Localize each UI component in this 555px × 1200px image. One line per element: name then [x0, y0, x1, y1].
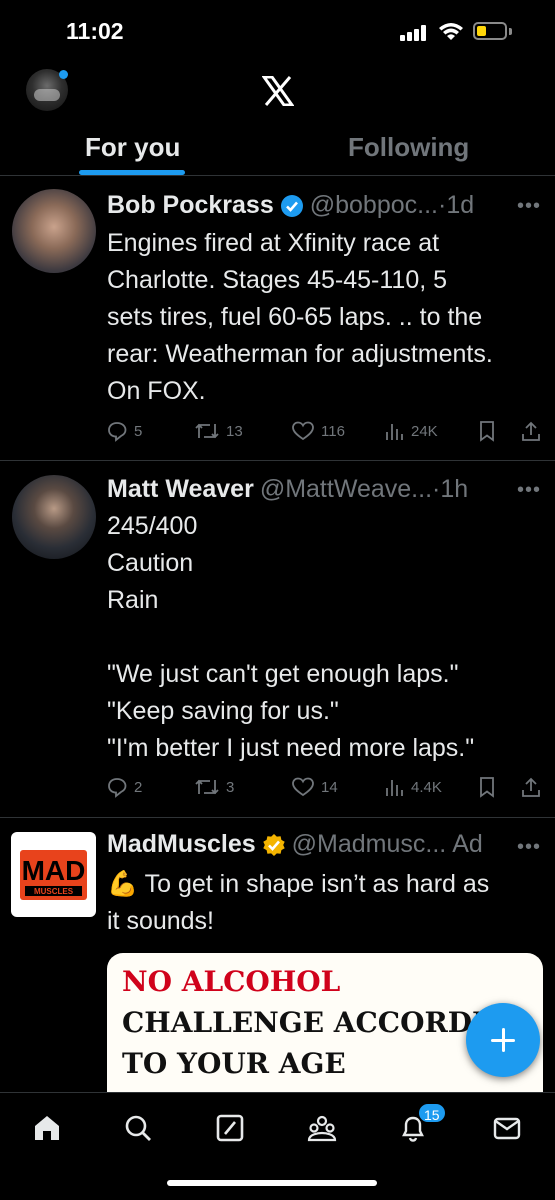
retweet-icon [195, 779, 219, 795]
status-time: 11:02 [66, 18, 124, 44]
grok-icon[interactable] [215, 1113, 245, 1143]
reply-button[interactable]: 5 [106, 420, 142, 442]
battery-nub [509, 28, 512, 35]
author-name[interactable]: Bob Pockrass [107, 191, 274, 220]
share-icon[interactable] [520, 420, 542, 442]
views-count: 4.4K [411, 778, 442, 796]
more-options-icon[interactable]: ••• [517, 195, 541, 218]
reply-icon [108, 778, 127, 798]
retweet-count: 3 [226, 778, 235, 796]
ad-body-text: To get in shape isn’t as hard as it soun… [107, 870, 490, 935]
reply-count: 5 [134, 422, 143, 440]
ad-card-line-3: TO YOUR AGE [122, 1047, 346, 1080]
views-icon [386, 424, 403, 440]
heart-icon [292, 421, 314, 441]
bookmark-icon[interactable] [477, 776, 497, 798]
ad-label: Ad [452, 830, 483, 858]
tweet[interactable]: Matt Weaver @MattWeave... ·1h ••• 245/40… [0, 461, 555, 818]
heart-icon [292, 777, 314, 797]
ad-card-line-1: NO ALCOHOL [122, 965, 341, 998]
share-icon[interactable] [520, 776, 542, 798]
home-indicator [167, 1180, 377, 1186]
author-handle[interactable]: @MattWeave... [260, 475, 432, 504]
mad-muscles-logo: MAD MUSCLES [20, 850, 87, 900]
views-icon [386, 780, 403, 796]
advertiser-name[interactable]: MadMuscles [107, 830, 256, 859]
cellular-signal-icon [400, 25, 428, 41]
logo-text-bottom: MUSCLES [34, 887, 74, 896]
tweet-time[interactable]: ·1d [438, 191, 474, 220]
retweet-button[interactable]: 13 [194, 420, 243, 442]
flexed-biceps-icon: 💪 [107, 870, 139, 898]
tab-following[interactable]: Following [348, 132, 469, 163]
bookmark-icon[interactable] [477, 420, 497, 442]
notification-count-badge: 15 [417, 1102, 447, 1124]
author-name[interactable]: Matt Weaver [107, 475, 254, 504]
more-options-icon[interactable]: ••• [517, 836, 541, 859]
advertiser-logo[interactable]: MAD MUSCLES [11, 832, 96, 917]
active-tab-indicator [79, 170, 185, 175]
retweet-count: 13 [226, 422, 243, 440]
like-count: 14 [321, 778, 338, 796]
verified-gold-badge-icon [262, 833, 285, 856]
tweet-actions: 2 3 14 4.4K [106, 776, 546, 800]
compose-post-button[interactable] [466, 1003, 540, 1077]
search-icon[interactable] [123, 1113, 153, 1143]
more-options-icon[interactable]: ••• [517, 479, 541, 502]
tweet-actions: 5 13 116 24K [106, 420, 546, 444]
ad-card-line-2: CHALLENGE ACCORDI [122, 1006, 486, 1039]
wifi-icon [439, 23, 463, 40]
advertiser-handle[interactable]: @Madmusc... [292, 830, 447, 859]
status-bar: 11:02 [0, 0, 555, 60]
ad-text: 💪 To get in shape isn’t as hard as it so… [107, 866, 547, 940]
author-handle[interactable]: @bobpoc... [310, 191, 438, 220]
tweet-time[interactable]: ·1h [432, 475, 468, 504]
reply-icon [108, 422, 127, 442]
reply-button[interactable]: 2 [106, 776, 142, 798]
x-logo-icon [262, 76, 294, 106]
views-button[interactable]: 4.4K [383, 776, 442, 798]
author-avatar[interactable] [12, 475, 96, 559]
views-count: 24K [411, 422, 438, 440]
battery-icon [473, 22, 507, 40]
home-icon[interactable] [32, 1113, 62, 1143]
timeline-tabs: For you Following [0, 120, 555, 176]
verified-badge-icon [280, 194, 303, 217]
messages-icon[interactable] [492, 1113, 522, 1143]
author-avatar[interactable] [12, 189, 96, 273]
tab-for-you[interactable]: For you [85, 132, 180, 163]
tweet-text: 245/400 Caution Rain "We just can't get … [107, 512, 475, 762]
communities-icon[interactable] [307, 1113, 337, 1143]
tweet-text: Engines fired at Xfinity race at Charlot… [107, 229, 493, 405]
views-button[interactable]: 24K [383, 420, 438, 442]
like-button[interactable]: 14 [291, 776, 338, 798]
reply-count: 2 [134, 778, 143, 796]
like-count: 116 [321, 422, 345, 440]
retweet-icon [195, 423, 219, 439]
like-button[interactable]: 116 [291, 420, 345, 442]
notification-dot [59, 70, 68, 79]
tweet[interactable]: Bob Pockrass @bobpoc... ·1d ••• Engines … [0, 177, 555, 461]
logo-text-top: MAD [22, 855, 86, 886]
retweet-button[interactable]: 3 [194, 776, 234, 798]
